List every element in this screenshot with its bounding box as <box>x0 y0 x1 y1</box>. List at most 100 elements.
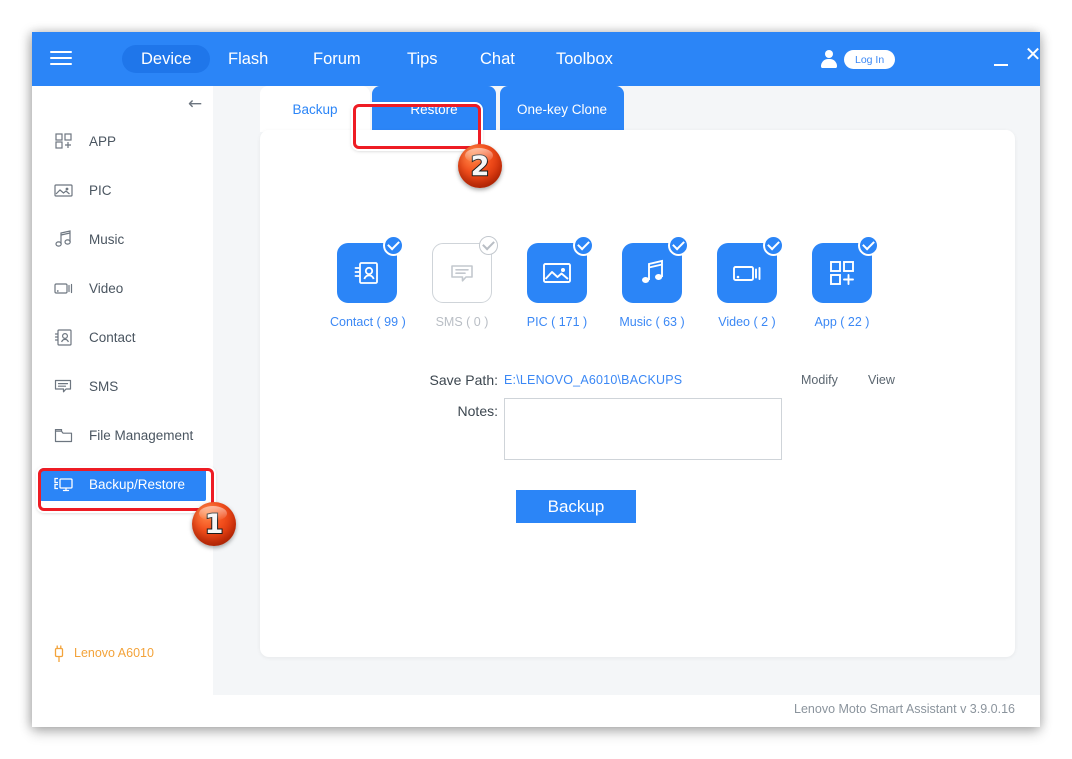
close-icon[interactable]: ✕ <box>1024 44 1042 64</box>
connected-device-label: Lenovo A6010 <box>74 646 154 660</box>
category-app[interactable]: App ( 22 ) <box>805 233 879 329</box>
category-list: Contact ( 99 ) SMS (0) PIC (171) Mus… <box>330 233 950 353</box>
user-icon[interactable] <box>821 50 837 68</box>
nav-item-forum-label: Forum <box>313 49 361 68</box>
image-icon <box>540 256 574 290</box>
category-contact-tile[interactable] <box>337 235 404 303</box>
category-video-label: Video ( 2 ) <box>718 315 776 329</box>
usb-plug-icon <box>52 644 66 664</box>
sidebar: ← APP PIC Music Video Contact SMS File M… <box>32 86 214 695</box>
user-icon-body <box>821 59 837 68</box>
sidebar-item-pic-label: PIC <box>89 182 112 198</box>
contact-card-icon <box>351 257 383 289</box>
category-music[interactable]: Music ( 63 ) <box>615 233 689 329</box>
video-camera-icon <box>730 256 764 290</box>
backup-restore-icon <box>52 473 76 495</box>
save-path-value[interactable]: E:\LENOVO_A6010\BACKUPS <box>504 373 682 387</box>
category-music-tile[interactable] <box>622 235 689 303</box>
sidebar-item-music-label: Music <box>89 231 125 247</box>
category-pic-label: PIC ( 171 ) <box>526 315 588 329</box>
category-music-label: Music ( 63 ) <box>619 315 685 329</box>
nav-item-chat-label: Chat <box>480 49 515 68</box>
category-contact-check-icon[interactable] <box>383 235 404 256</box>
category-sms-label: SMS ( 0 ) <box>435 315 489 329</box>
sidebar-item-backup-restore-label: Backup/Restore <box>89 476 186 492</box>
video-camera-icon <box>52 277 76 299</box>
modify-link[interactable]: Modify <box>801 373 838 387</box>
category-contact[interactable]: Contact ( 99 ) <box>330 233 406 329</box>
category-contact-label: Contact ( 99 ) <box>330 315 406 329</box>
nav-item-toolbox-label: Toolbox <box>556 49 613 68</box>
tab-one-key-clone-label: One-key Clone <box>516 101 608 117</box>
login-button-label: Log In <box>855 53 885 66</box>
category-app-label: App ( 22 ) <box>814 315 870 329</box>
nav-item-forum[interactable]: Forum <box>313 32 361 86</box>
sidebar-item-backup-restore[interactable]: Backup/Restore <box>40 467 206 501</box>
app-footer: Lenovo Moto Smart Assistant v 3.9.0.16 <box>32 695 1040 727</box>
tab-one-key-clone[interactable]: One-key Clone <box>500 86 624 132</box>
app-header: Device Flash Forum Tips Chat Toolbox Log… <box>32 32 1042 86</box>
message-icon <box>52 375 76 397</box>
notes-input[interactable] <box>504 398 782 460</box>
save-path-label: Save Path: <box>429 372 499 388</box>
tab-backup-label: Backup <box>292 101 338 117</box>
sidebar-item-sms-label: SMS <box>89 378 119 394</box>
backup-panel: Contact ( 99 ) SMS (0) PIC (171) Mus… <box>260 130 1015 657</box>
category-pic-check-icon[interactable] <box>573 235 594 256</box>
backup-button[interactable]: Backup <box>516 490 636 523</box>
sidebar-item-sms[interactable]: SMS <box>40 369 206 403</box>
category-video-tile[interactable] <box>717 235 784 303</box>
apps-grid-icon <box>826 257 858 289</box>
nav-item-tips-label: Tips <box>407 49 438 68</box>
nav-item-flash-label: Flash <box>228 49 269 68</box>
sidebar-item-app-label: APP <box>89 133 117 149</box>
tab-restore[interactable]: Restore <box>372 86 496 132</box>
tab-restore-label: Restore <box>410 101 458 117</box>
sidebar-item-app[interactable]: APP <box>40 124 206 158</box>
tab-backup[interactable]: Backup <box>260 86 370 132</box>
sidebar-item-file-management-label: File Management <box>89 427 194 443</box>
category-app-tile[interactable] <box>812 235 879 303</box>
view-link[interactable]: View <box>868 373 895 387</box>
version-text: Lenovo Moto Smart Assistant v 3.9.0.16 <box>794 702 1015 716</box>
user-icon-head <box>825 50 833 58</box>
folder-icon <box>52 424 76 446</box>
music-note-icon <box>636 257 668 289</box>
category-app-check-icon[interactable] <box>858 235 879 256</box>
category-video[interactable]: Video ( 2 ) <box>710 233 784 329</box>
category-video-check-icon[interactable] <box>763 235 784 256</box>
category-pic[interactable]: PIC ( 171 ) <box>520 233 594 329</box>
category-sms-tile[interactable] <box>432 236 498 303</box>
music-note-icon <box>52 228 76 250</box>
arrow-left-icon[interactable]: ← <box>184 94 206 114</box>
sidebar-item-contact-label: Contact <box>89 329 136 345</box>
sidebar-item-video[interactable]: Video <box>40 271 206 305</box>
app-body: ← APP PIC Music Video Contact SMS File M… <box>32 86 1040 727</box>
sidebar-item-contact[interactable]: Contact <box>40 320 206 354</box>
sidebar-item-music[interactable]: Music <box>40 222 206 256</box>
sidebar-item-file-management[interactable]: File Management <box>40 418 206 452</box>
category-music-check-icon[interactable] <box>668 235 689 256</box>
nav-item-device-label: Device <box>141 49 192 68</box>
login-button[interactable]: Log In <box>844 50 896 69</box>
nav-item-chat[interactable]: Chat <box>480 32 515 86</box>
hamburger-icon[interactable] <box>50 48 72 68</box>
nav-item-tips[interactable]: Tips <box>407 32 438 86</box>
category-sms-check-icon[interactable] <box>479 236 498 255</box>
category-sms[interactable]: SMS ( 0 ) <box>425 233 499 329</box>
nav-item-flash[interactable]: Flash <box>228 32 268 86</box>
tab-bar: Backup Restore One-key Clone <box>260 86 660 132</box>
image-icon <box>52 179 76 201</box>
minimize-icon[interactable] <box>994 54 1010 68</box>
connected-device[interactable]: Lenovo A6010 <box>52 645 154 662</box>
screenshot-root: Device Flash Forum Tips Chat Toolbox Log… <box>0 0 1072 759</box>
category-pic-tile[interactable] <box>527 235 594 303</box>
app-window: Device Flash Forum Tips Chat Toolbox Log… <box>32 32 1042 727</box>
sidebar-item-pic[interactable]: PIC <box>40 173 206 207</box>
apps-grid-icon <box>52 130 76 152</box>
nav-item-toolbox[interactable]: Toolbox <box>556 32 613 86</box>
nav-item-device[interactable]: Device <box>122 45 211 73</box>
message-icon <box>446 257 478 289</box>
sidebar-item-video-label: Video <box>89 280 124 296</box>
content-area: Backup Restore One-key Clone Contact (9… <box>213 86 1040 695</box>
